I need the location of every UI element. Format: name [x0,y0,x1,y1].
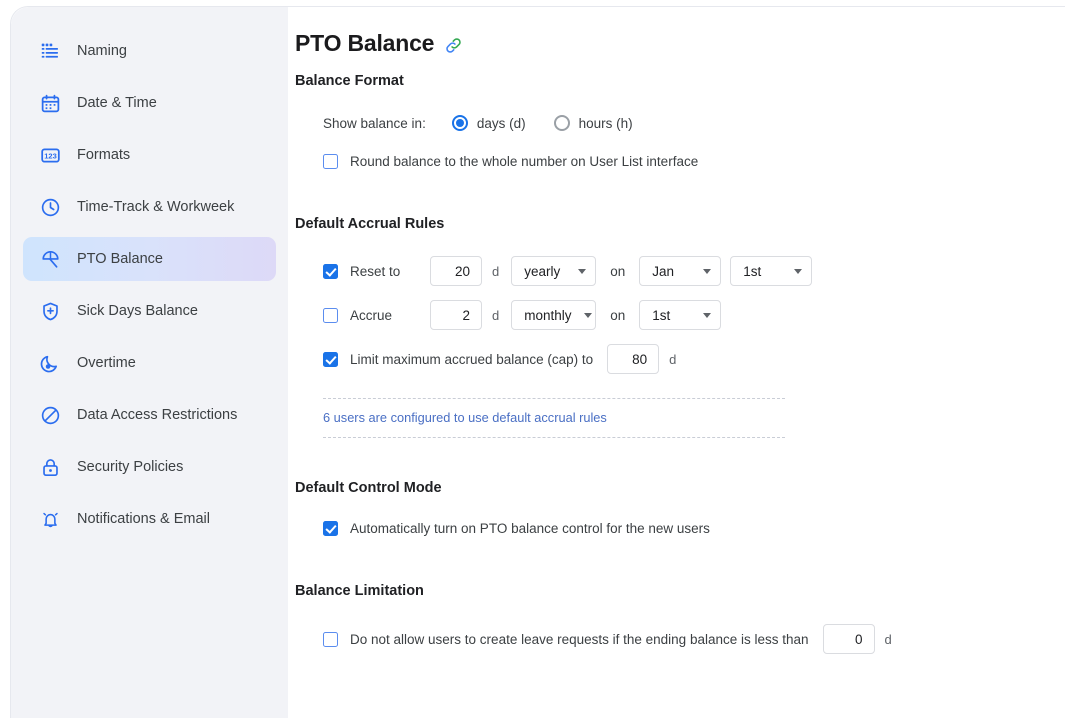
reset-day-select[interactable]: 1st [730,256,813,286]
section-title-accrual-rules: Default Accrual Rules [295,216,445,232]
chevron-down-icon [578,268,587,274]
reset-frequency-select[interactable]: yearly [511,256,597,286]
reset-rule-checkbox[interactable] [323,263,338,279]
settings-content: Balance Format Show balance in: days (d)… [295,59,1065,718]
svg-text:123: 123 [44,151,57,160]
reset-month-value: Jan [652,263,675,279]
accrue-on-label: on [610,307,626,323]
chevron-down-icon [703,312,712,318]
accrue-frequency-value: monthly [524,307,572,323]
sidebar-item-label: Naming [77,43,127,59]
sidebar-item-formats[interactable]: 123 Formats [23,133,276,177]
sidebar-item-label: Overtime [77,355,136,371]
reset-amount-input[interactable] [430,256,482,286]
sidebar-item-label: Notifications & Email [77,511,210,527]
sidebar-item-label: Time-Track & Workweek [77,199,235,215]
section-title-control-mode: Default Control Mode [295,480,442,496]
reset-amount-unit: d [492,263,500,279]
sidebar-item-pto-balance[interactable]: PTO Balance [23,237,276,281]
cap-rule-checkbox[interactable] [323,351,338,367]
radio-hours-input[interactable] [553,115,570,131]
reset-day-value: 1st [743,263,762,279]
sidebar-nav-list: Naming Date & Time 123 Formats Time-Trac… [11,29,288,541]
balance-limitation-row: Do not allow users to create leave reque… [323,624,1065,654]
sidebar-item-security-policies[interactable]: Security Policies [23,445,276,489]
radio-days-label: days (d) [476,115,526,131]
round-balance-label: Round balance to the whole number on Use… [350,154,699,169]
abc-list-icon [39,40,61,62]
sidebar-item-date-time[interactable]: Date & Time [23,81,276,125]
accrue-day-value: 1st [652,307,671,323]
sidebar-item-time-track[interactable]: Time-Track & Workweek [23,185,276,229]
accrue-rule-label: Accrue [350,307,393,323]
chain-link-icon[interactable] [444,36,463,55]
sidebar-item-label: Security Policies [77,459,184,475]
show-balance-row: Show balance in: days (d) hours (h) [323,115,1065,131]
accrue-amount-unit: d [492,307,500,323]
reset-rule-row: Reset to d yearly on Jan 1st [323,256,1065,286]
reset-on-label: on [610,263,626,279]
moon-icon [39,352,61,374]
cap-amount-unit: d [669,351,677,367]
radio-days-input[interactable] [451,115,468,131]
radio-hours-label: hours (h) [578,115,633,131]
chevron-down-icon [794,268,803,274]
reset-rule-label: Reset to [350,263,401,279]
shield-plus-icon [39,300,61,322]
clock-icon [39,196,61,218]
accrue-frequency-select[interactable]: monthly [511,300,597,330]
threshold-input[interactable] [822,624,875,654]
sidebar-item-label: Sick Days Balance [77,303,198,319]
reset-frequency-value: yearly [524,263,561,279]
auto-control-label: Automatically turn on PTO balance contro… [350,521,710,536]
page-title: PTO Balance [295,30,463,57]
sidebar-item-sick-days-balance[interactable]: Sick Days Balance [23,289,276,333]
accrue-day-select[interactable]: 1st [639,300,722,330]
sidebar-item-label: PTO Balance [77,251,163,267]
lock-icon [39,456,61,478]
accrue-rule-checkbox[interactable] [323,307,338,323]
auto-control-row[interactable]: Automatically turn on PTO balance contro… [323,521,1065,536]
settings-sidebar: Naming Date & Time 123 Formats Time-Trac… [11,7,288,718]
calendar-icon [39,92,61,114]
reset-month-select[interactable]: Jan [639,256,722,286]
configured-users-note[interactable]: 6 users are configured to use default ac… [323,398,785,438]
sidebar-item-naming[interactable]: Naming [23,29,276,73]
bell-icon [39,508,61,530]
round-balance-checkbox[interactable] [323,154,338,169]
sidebar-item-label: Formats [77,147,131,163]
disallow-requests-checkbox[interactable] [323,631,338,647]
auto-control-checkbox[interactable] [323,521,338,536]
cap-amount-input[interactable] [607,344,660,374]
section-title-balance-format: Balance Format [295,73,404,89]
show-balance-label: Show balance in: [323,115,426,131]
disallow-requests-label: Do not allow users to create leave reque… [350,631,809,647]
no-entry-icon [39,404,61,426]
radio-option-days[interactable]: days (d) [451,115,526,131]
chevron-down-icon [703,268,712,274]
settings-window: Naming Date & Time 123 Formats Time-Trac… [10,6,1065,718]
sidebar-item-notifications-email[interactable]: Notifications & Email [23,497,276,541]
threshold-unit: d [884,631,892,647]
numbers-123-icon: 123 [39,144,61,166]
sidebar-item-label: Data Access Restrictions [77,407,238,423]
cap-rule-label: Limit maximum accrued balance (cap) to [350,351,594,367]
parasol-icon [39,248,61,270]
settings-main-panel: PTO Balance Balance Format Show balance … [288,7,1065,718]
section-title-balance-limitation: Balance Limitation [295,583,424,599]
sidebar-item-label: Date & Time [77,95,157,111]
accrue-rule-row: Accrue d monthly on 1st [323,300,1065,330]
accrue-amount-input[interactable] [430,300,482,330]
chevron-down-icon [583,312,592,318]
sidebar-item-overtime[interactable]: Overtime [23,341,276,385]
cap-rule-row: Limit maximum accrued balance (cap) to d [323,344,1065,374]
round-balance-row[interactable]: Round balance to the whole number on Use… [323,154,1065,169]
sidebar-item-data-access-restrictions[interactable]: Data Access Restrictions [23,393,276,437]
page-title-text: PTO Balance [295,30,435,57]
radio-option-hours[interactable]: hours (h) [553,115,633,131]
